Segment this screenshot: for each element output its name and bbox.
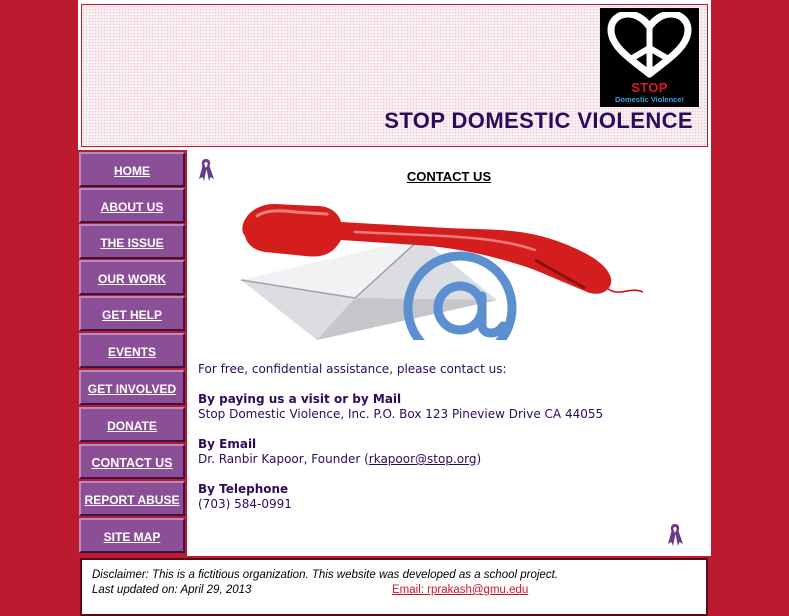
page-title: CONTACT US (406, 169, 492, 184)
purple-ribbon-icon (668, 524, 683, 546)
stop-logo[interactable]: STOP Domestic Violence! (600, 8, 699, 107)
nav-item-get-involved[interactable]: GET INVOLVED (79, 370, 185, 405)
nav-label: OUR WORK (98, 272, 166, 286)
intro-text: For free, confidential assistance, pleas… (198, 362, 507, 376)
email-line: Dr. Ranbir Kapoor, Founder (rkapoor@stop… (198, 452, 481, 466)
nav-item-about-us[interactable]: ABOUT US (79, 188, 185, 223)
footer-email-link[interactable]: Email: rprakash@gmu.edu (392, 584, 528, 596)
page-wrapper: STOP Domestic Violence! STOP DOMESTIC VI… (78, 0, 711, 616)
logo-subheading: Domestic Violence! (614, 95, 685, 104)
visit-heading: By paying us a visit or by Mail (198, 392, 402, 406)
nav-item-get-help[interactable]: GET HELP (79, 296, 185, 331)
peace-heart-icon (607, 12, 692, 78)
logo-heading: STOP (631, 80, 668, 95)
phone-heading: By Telephone (198, 482, 289, 496)
nav-label: EVENTS (107, 345, 156, 359)
email-link[interactable]: rkapoor@stop.org (369, 452, 477, 466)
phone-number: (703) 584-0991 (198, 497, 292, 511)
nav-item-site-map[interactable]: SITE MAP (79, 518, 185, 553)
nav-label: DONATE (107, 419, 157, 433)
site-header: STOP Domestic Violence! STOP DOMESTIC VI… (78, 0, 711, 150)
nav-label: CONTACT US (91, 456, 173, 470)
nav-item-report-abuse[interactable]: REPORT ABUSE (79, 481, 185, 516)
header-banner: STOP Domestic Violence! STOP DOMESTIC VI… (81, 4, 708, 147)
nav-item-home[interactable]: HOME (79, 152, 185, 187)
main-content: CONTACT US For free, confidential assist… (187, 150, 711, 556)
site-title: STOP DOMESTIC VIOLENCE (384, 108, 693, 133)
nav-item-events[interactable]: EVENTS (79, 333, 185, 368)
nav-label: ABOUT US (100, 200, 164, 214)
email-heading: By Email (198, 437, 257, 451)
nav-label: GET HELP (101, 308, 162, 322)
email-suffix: ) (476, 452, 482, 466)
nav-label: THE ISSUE (100, 236, 164, 250)
sidebar-nav: HOME ABOUT US THE ISSUE OUR WORK GET HEL… (78, 150, 186, 556)
visit-address: Stop Domestic Violence, Inc. P.O. Box 12… (198, 407, 604, 421)
site-footer: Disclaimer: This is a fictitious organiz… (80, 558, 708, 616)
nav-label: REPORT ABUSE (84, 493, 180, 507)
nav-label: SITE MAP (103, 530, 161, 544)
footer-disclaimer: Disclaimer: This is a fictitious organiz… (92, 569, 558, 581)
nav-item-the-issue[interactable]: THE ISSUE (79, 224, 185, 259)
nav-item-contact-us[interactable]: CONTACT US (79, 444, 185, 479)
nav-item-donate[interactable]: DONATE (79, 407, 185, 442)
email-prefix: Dr. Ranbir Kapoor, Founder ( (198, 452, 369, 466)
nav-label: GET INVOLVED (87, 382, 177, 396)
nav-item-our-work[interactable]: OUR WORK (79, 260, 185, 295)
nav-label: HOME (114, 164, 150, 178)
phone-envelope-icon (240, 204, 643, 340)
footer-updated: Last updated on: April 29, 2013 (92, 584, 252, 596)
